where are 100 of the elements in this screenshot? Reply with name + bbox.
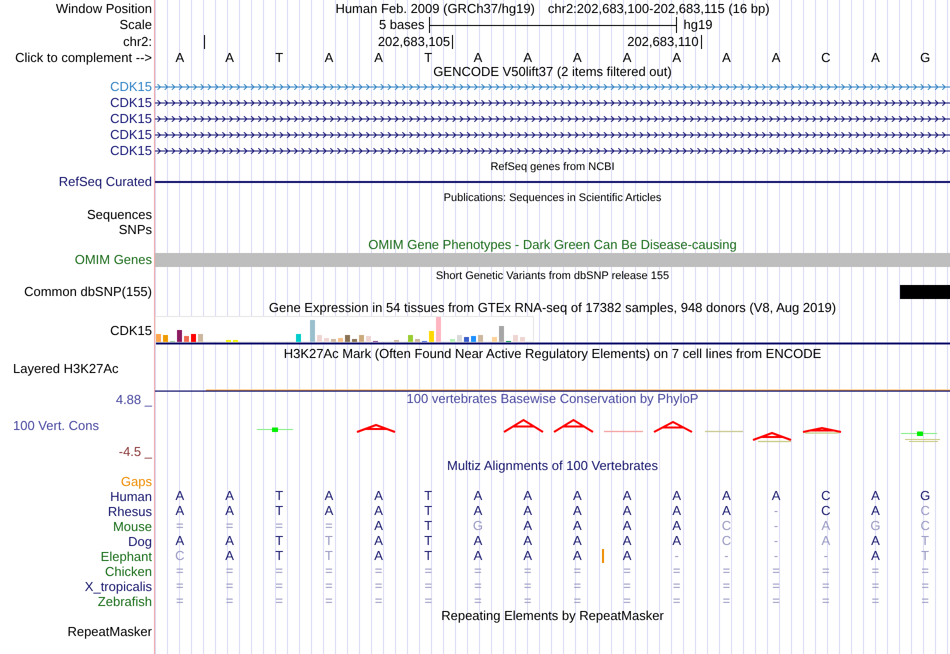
track-label[interactable]: Layered H3K27Ac xyxy=(13,362,119,376)
alignment-base: = xyxy=(574,564,582,578)
gene-label[interactable]: CDK15 xyxy=(110,112,152,126)
expression-bar[interactable] xyxy=(429,331,434,342)
gene-label[interactable]: CDK15 xyxy=(110,96,152,110)
expression-bar[interactable] xyxy=(450,339,455,342)
complement-link[interactable]: Click to complement --> xyxy=(15,50,152,64)
alignment-base: T xyxy=(921,534,930,548)
gene-line[interactable] xyxy=(155,147,950,155)
track-title: Short Genetic Variants from dbSNP release 155 xyxy=(436,268,670,282)
variant-bar[interactable] xyxy=(900,284,950,298)
track-label[interactable]: OMIM Genes xyxy=(74,253,152,267)
expression-bar[interactable] xyxy=(338,338,343,342)
alignment-base: A xyxy=(225,548,234,562)
alignment-base: = xyxy=(325,518,333,532)
alignment-base: T xyxy=(424,518,432,532)
expression-bar[interactable] xyxy=(492,337,497,342)
alignment-base: A xyxy=(374,504,383,518)
alignment-base: = xyxy=(672,578,681,592)
expression-bar[interactable] xyxy=(359,335,364,342)
alignment-base: = xyxy=(574,578,582,592)
track-label[interactable]: Common dbSNP(155) xyxy=(24,284,152,298)
alignment-base: T xyxy=(275,488,284,502)
expression-bar[interactable] xyxy=(345,335,350,342)
alignment-base: A xyxy=(225,534,234,548)
expression-bar[interactable] xyxy=(408,335,413,342)
species-label: Zebrafish xyxy=(98,594,152,608)
alignment-base: A xyxy=(622,518,632,532)
species-label: Rhesus xyxy=(108,504,152,518)
alignment-base: A xyxy=(474,504,482,518)
base-letter: A xyxy=(672,50,682,64)
track-label[interactable]: SNPs xyxy=(118,222,152,236)
alignment-base: = xyxy=(226,594,234,608)
expression-bar[interactable] xyxy=(457,335,462,342)
expression-bar[interactable] xyxy=(324,338,329,342)
alignment-base: A xyxy=(573,504,582,518)
track-label[interactable]: RefSeq Curated xyxy=(58,175,152,189)
base-letter: A xyxy=(474,50,482,64)
expression-bar[interactable] xyxy=(478,335,483,342)
base-letter: A xyxy=(225,50,234,64)
expression-bar[interactable] xyxy=(415,339,420,342)
base-letter: A xyxy=(573,50,582,64)
expression-bar[interactable] xyxy=(177,330,182,342)
alignment-base: = xyxy=(872,594,880,608)
alignment-base: = xyxy=(772,594,780,608)
alignment-base: = xyxy=(772,578,780,592)
expression-bar[interactable] xyxy=(156,334,161,342)
alignment-base: A xyxy=(871,504,880,518)
alignment-base: = xyxy=(325,594,333,608)
expression-bar[interactable] xyxy=(471,336,476,342)
alignment-base: = xyxy=(623,578,631,592)
expression-bar[interactable] xyxy=(499,326,504,342)
alignment-base: = xyxy=(921,578,929,592)
expression-bar[interactable] xyxy=(317,335,322,342)
alignment-base: A xyxy=(622,534,632,548)
tick-mark xyxy=(452,34,454,48)
alignment-base: A xyxy=(374,534,383,548)
gene-line[interactable] xyxy=(155,131,950,139)
base-letter: A xyxy=(374,50,383,64)
expression-bar[interactable] xyxy=(191,334,196,342)
expression-bar[interactable] xyxy=(296,334,301,342)
expression-bar[interactable] xyxy=(513,335,518,342)
alignment-base: T xyxy=(424,534,432,548)
alignment-base: A xyxy=(871,534,880,548)
gene-label[interactable]: CDK15 xyxy=(110,80,152,94)
alignment-base: C xyxy=(821,488,830,502)
alignment-base: = xyxy=(325,564,333,578)
alignment-base: = xyxy=(275,518,284,532)
expression-bar[interactable] xyxy=(184,336,189,342)
alignment-base: T xyxy=(424,548,432,562)
expression-bar[interactable] xyxy=(366,336,371,342)
expression-bar[interactable] xyxy=(310,320,315,342)
alignment-base: A xyxy=(523,518,532,532)
expression-bar[interactable] xyxy=(464,337,469,342)
expression-bar[interactable] xyxy=(520,337,525,342)
alignment-base: = xyxy=(226,564,234,578)
base-letter: A xyxy=(871,50,880,64)
track-label[interactable]: CDK15 xyxy=(110,324,152,338)
track-label[interactable]: RepeatMasker xyxy=(67,625,152,639)
expression-bar[interactable] xyxy=(331,339,336,342)
alignment-base: = xyxy=(921,564,929,578)
track-label[interactable]: Sequences xyxy=(86,208,152,222)
gene-label[interactable]: CDK15 xyxy=(110,128,152,142)
alignment-base: - xyxy=(824,548,828,562)
expression-bar[interactable] xyxy=(436,317,441,342)
alignment-base: A xyxy=(374,518,383,532)
expression-bar[interactable] xyxy=(198,334,203,342)
expression-bar[interactable] xyxy=(352,339,357,342)
track-label[interactable]: 100 Vert. Cons xyxy=(0,419,99,433)
alignment-base: C xyxy=(920,518,930,532)
expression-bar[interactable] xyxy=(163,335,168,342)
track-title: RefSeq genes from NCBI xyxy=(490,160,615,174)
gene-line[interactable] xyxy=(155,99,950,107)
gene-label[interactable]: CDK15 xyxy=(110,144,152,158)
conservation-marker xyxy=(256,428,294,432)
conservation-marker xyxy=(900,432,940,442)
omim-gene-bar[interactable] xyxy=(155,253,950,267)
track-title: H3K27Ac Mark (Often Found Near Active Regulatory Elements) on 7 cell lines from ENCODE xyxy=(284,346,822,360)
gene-line[interactable] xyxy=(155,115,950,123)
track-title: Repeating Elements by RepeatMasker xyxy=(441,609,664,623)
